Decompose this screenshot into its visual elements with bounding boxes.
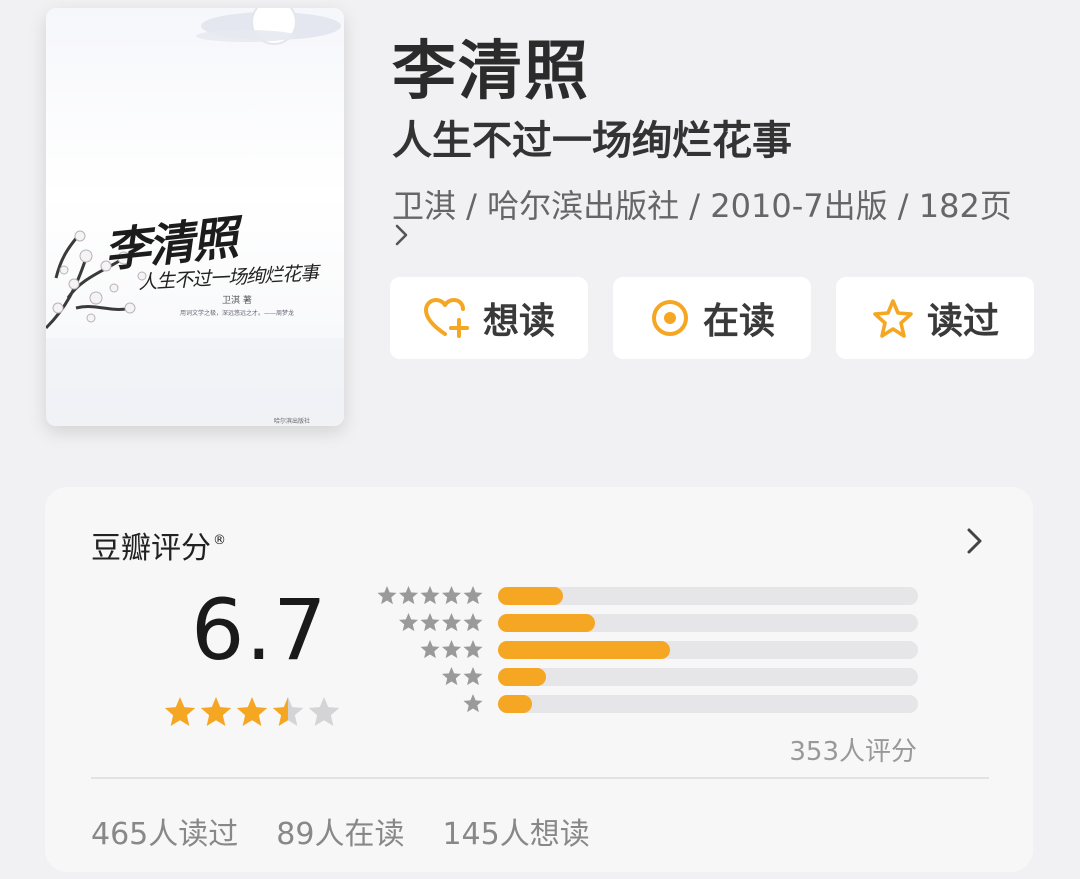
row-stars <box>441 667 483 686</box>
rating-bar-fill <box>498 668 547 686</box>
row-star <box>463 640 483 659</box>
registered-mark: ® <box>213 533 226 548</box>
row-star <box>463 586 483 605</box>
rating-bar-track <box>498 587 918 605</box>
have-read-button[interactable]: 读过 <box>836 277 1034 359</box>
row-stars <box>420 640 483 659</box>
rating-title: 豆瓣评分 ® <box>91 523 226 567</box>
row-star <box>420 613 440 632</box>
score-star <box>200 697 232 726</box>
reading-label: 在读 <box>702 301 775 342</box>
score-star <box>308 697 340 726</box>
rating-score: 6.7 <box>191 581 328 679</box>
rating-card[interactable]: 豆瓣评分 ® 6.7 353人评分 465人读过 89人在读 145人想读 <box>45 487 1033 872</box>
rating-bar-track <box>498 695 918 713</box>
cover-quote: 用词文学之极，深远悠远之才。——周梦龙 <box>180 310 295 317</box>
star-outline-icon <box>873 299 913 338</box>
rating-bar-fill <box>498 641 671 659</box>
want-to-read-label: 想读 <box>482 301 555 342</box>
have-read-label: 读过 <box>926 301 999 342</box>
score-star <box>164 697 196 726</box>
rating-bar-track <box>498 641 918 659</box>
row-star <box>441 667 462 686</box>
rating-count: 353人评分 <box>789 737 917 767</box>
reading-button[interactable]: 在读 <box>613 277 811 359</box>
row-stars <box>377 586 483 605</box>
rating-title-text: 豆瓣评分 <box>91 531 211 566</box>
heart-plus-icon <box>423 298 469 338</box>
row-star <box>463 694 483 713</box>
row-star <box>398 586 419 605</box>
row-star <box>420 640 440 659</box>
target-circle-icon <box>651 300 688 336</box>
book-subtitle: 人生不过一场绚烂花事 <box>392 118 792 164</box>
rating-bar-fill <box>498 614 595 632</box>
row-star <box>463 667 483 686</box>
chevron-right-icon <box>395 224 408 246</box>
book-cover[interactable]: 李清照 人生不过一场绚烂花事 卫淇 著 用词文学之极，深远悠远之才。——周梦龙 … <box>46 8 344 426</box>
reading-count[interactable]: 89人在读 <box>276 809 404 853</box>
book-meta-text: 卫淇 / 哈尔滨出版社 / 2010-7出版 / 182页 <box>392 187 1012 225</box>
rating-bar-fill <box>498 587 564 605</box>
score-star <box>272 697 304 726</box>
want-count[interactable]: 145人想读 <box>442 809 589 853</box>
cover-publisher: 哈尔滨出版社 <box>274 418 311 425</box>
want-to-read-button[interactable]: 想读 <box>390 277 588 359</box>
chevron-right-icon[interactable] <box>963 525 987 557</box>
row-stars <box>463 694 483 713</box>
row-star <box>441 613 462 632</box>
divider <box>91 777 989 779</box>
row-star <box>398 613 419 632</box>
book-meta[interactable]: 卫淇 / 哈尔滨出版社 / 2010-7出版 / 182页 <box>392 188 1032 248</box>
score-star <box>236 697 268 726</box>
book-title: 李清照 <box>392 35 590 109</box>
cover-author: 卫淇 著 <box>222 296 252 306</box>
row-star <box>463 613 483 632</box>
reader-stats: 465人读过 89人在读 145人想读 <box>91 809 590 853</box>
row-star <box>377 586 397 605</box>
rating-bar-track <box>498 668 918 686</box>
score-stars <box>164 697 340 726</box>
rating-bar-fill <box>498 695 532 713</box>
row-stars <box>398 613 483 632</box>
book-detail-page: 李清照 人生不过一场绚烂花事 卫淇 著 用词文学之极，深远悠远之才。——周梦龙 … <box>0 0 1080 879</box>
read-count[interactable]: 465人读过 <box>91 809 238 853</box>
rating-bar-track <box>498 614 918 632</box>
row-star <box>441 640 462 659</box>
row-star <box>441 586 462 605</box>
row-star <box>420 586 440 605</box>
